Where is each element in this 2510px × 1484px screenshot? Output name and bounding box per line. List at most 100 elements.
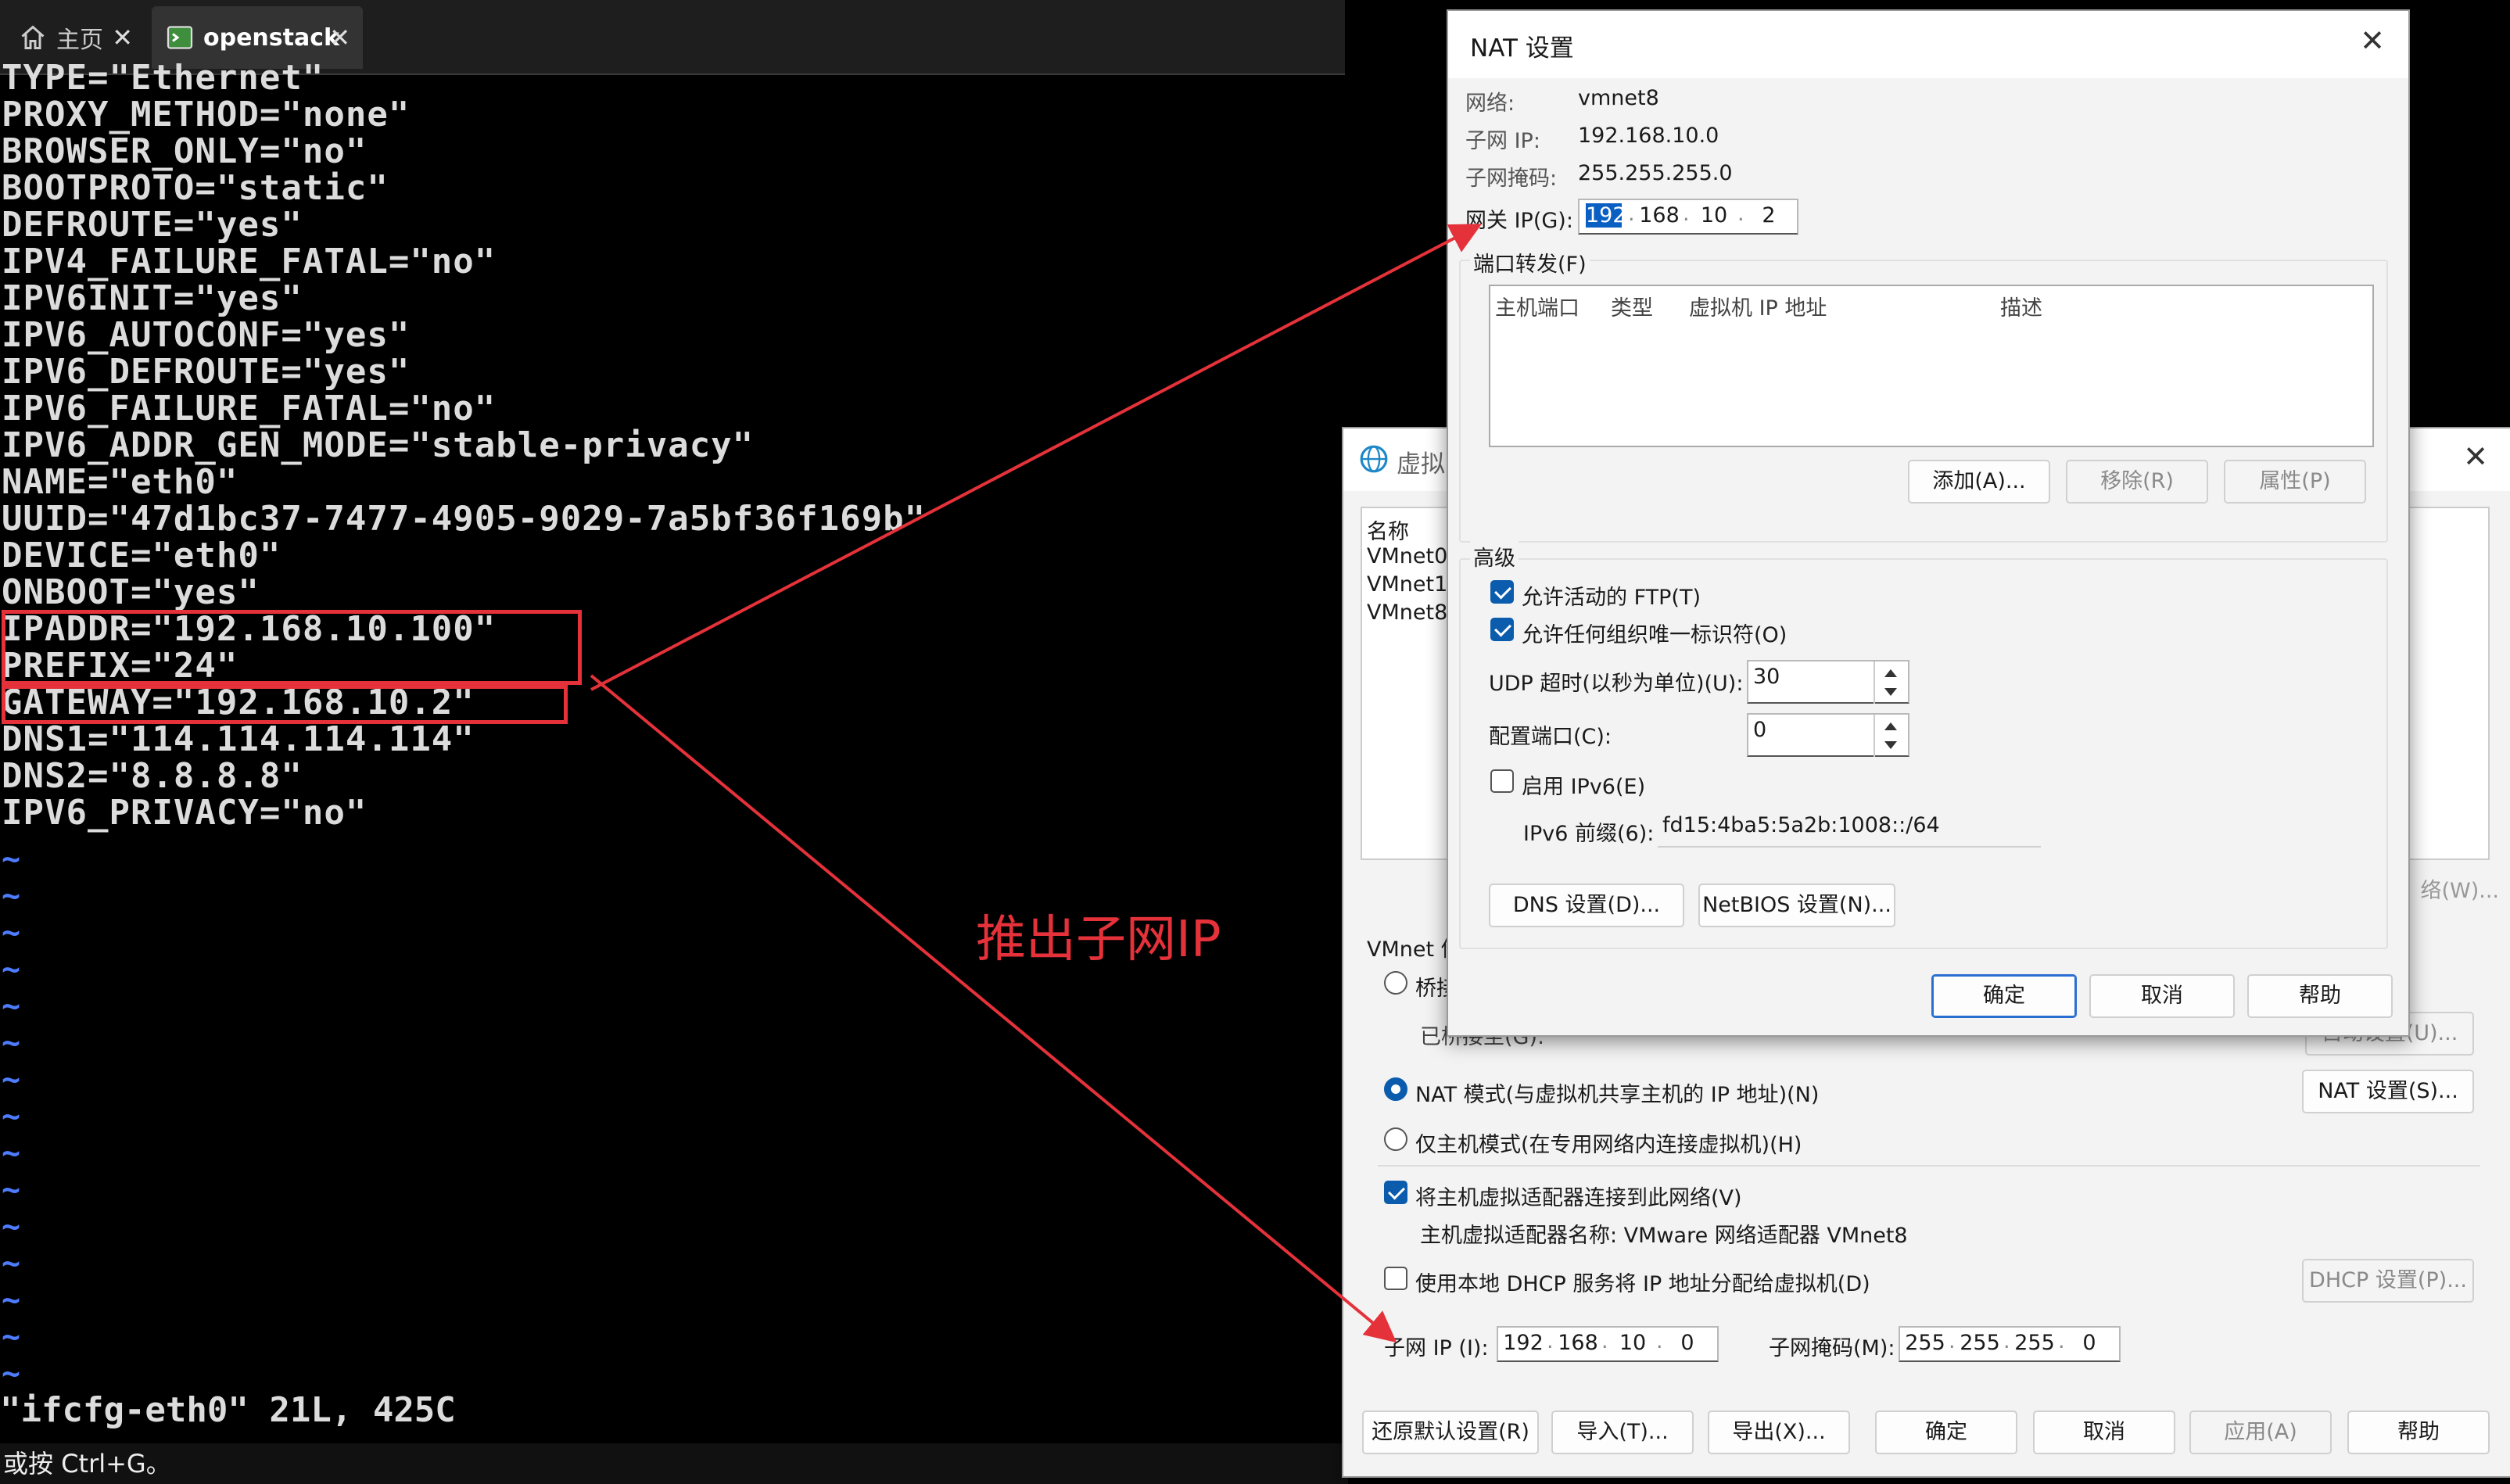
export-button[interactable]: 导出(X)...	[1708, 1411, 1850, 1454]
add-button[interactable]: 添加(A)...	[1908, 460, 2050, 504]
enable-ipv6-label: 启用 IPv6(E)	[1522, 775, 1646, 799]
help-button[interactable]: 帮助	[2347, 1411, 2490, 1454]
config-port-input[interactable]: 0	[1747, 713, 1909, 757]
vim-tilde: ~	[2, 1172, 22, 1208]
vim-tilde: ~	[2, 915, 22, 951]
vim-tilde: ~	[2, 1025, 22, 1061]
spin-down-icon[interactable]	[1884, 688, 1897, 696]
tab-home-label: 主页	[56, 27, 103, 54]
config-line: NAME="eth0"	[2, 462, 238, 502]
ipv6-prefix-input[interactable]: fd15:4ba5:5a2b:1008::/64	[1658, 810, 2041, 848]
config-line: TYPE="Ethernet"	[2, 58, 325, 98]
connect-adapter-label: 将主机虚拟适配器连接到此网络(V)	[1415, 1186, 1742, 1210]
ok-button[interactable]: 确定	[1931, 974, 2077, 1018]
subnet-mask-value: 255.255.255.0	[1578, 161, 1733, 185]
enable-ipv6-checkbox[interactable]	[1490, 769, 1514, 793]
tab-openstack-label: openstack	[203, 23, 339, 52]
annotation-text: 推出子网IP	[976, 911, 1221, 969]
bridge-radio[interactable]	[1384, 971, 1407, 995]
cancel-button[interactable]: 取消	[2089, 974, 2235, 1018]
host-only-radio[interactable]	[1384, 1127, 1407, 1151]
list-item[interactable]: VMnet1	[1367, 572, 1447, 597]
ip-octet: 10	[1619, 1331, 1647, 1355]
restore-defaults-button[interactable]: 还原默认设置(R)	[1362, 1411, 1539, 1454]
help-button[interactable]: 帮助	[2247, 974, 2393, 1018]
host-only-label: 仅主机模式(在专用网络内连接虚拟机)(H)	[1415, 1133, 1802, 1157]
gateway-highlight-box	[2, 685, 568, 724]
ip-dot: .	[1628, 202, 1635, 226]
vim-tilde: ~	[2, 1319, 22, 1355]
allow-oui-checkbox[interactable]	[1490, 618, 1514, 641]
spin-up-icon[interactable]	[1884, 722, 1897, 730]
close-icon[interactable]: ✕	[2463, 439, 2488, 474]
allow-ftp-label: 允许活动的 FTP(T)	[1522, 586, 1701, 610]
advanced-label: 高级	[1470, 541, 1519, 572]
nat-mode-label: NAT 模式(与虚拟机共享主机的 IP 地址)(N)	[1415, 1083, 1820, 1107]
ip-dot: .	[2003, 1329, 2010, 1353]
ip-dot: .	[1547, 1329, 1554, 1353]
nat-settings-button[interactable]: NAT 设置(S)...	[2302, 1070, 2474, 1113]
close-icon[interactable]: ✕	[329, 23, 350, 52]
remove-button[interactable]: 移除(R)	[2066, 460, 2208, 504]
terminal-icon	[167, 26, 193, 49]
port-forward-table[interactable]: 主机端口 类型 虚拟机 IP 地址 描述	[1489, 285, 2374, 447]
udp-timeout-stepper[interactable]	[1874, 661, 1908, 704]
subnet-ip-input[interactable]: 192 . 168 . 10 . 0	[1497, 1326, 1719, 1362]
ipaddr-prefix-highlight-box	[2, 610, 582, 685]
ok-button[interactable]: 确定	[1875, 1411, 2017, 1454]
ip-octet: 10	[1700, 203, 1728, 228]
config-line: BROWSER_ONLY="no"	[2, 131, 368, 171]
vim-tilde: ~	[2, 988, 22, 1024]
nat-titlebar: NAT 设置 ✕	[1448, 11, 2408, 78]
vim-tilde: ~	[2, 878, 22, 914]
vim-tilde: ~	[2, 841, 22, 877]
subnet-ip-value: 192.168.10.0	[1578, 124, 1719, 148]
column-header[interactable]: 类型	[1611, 291, 1653, 321]
column-header[interactable]: 虚拟机 IP 地址	[1689, 291, 1827, 321]
udp-timeout-input[interactable]: 30	[1747, 660, 1909, 704]
dns-settings-button[interactable]: DNS 设置(D)...	[1489, 884, 1684, 927]
column-header[interactable]: 主机端口	[1495, 291, 1580, 321]
gateway-ip-input[interactable]: 192 . 168 . 10 . 2	[1578, 199, 1798, 235]
apply-button[interactable]: 应用(A)	[2189, 1411, 2332, 1454]
close-icon[interactable]: ✕	[112, 23, 133, 52]
spin-up-icon[interactable]	[1884, 669, 1897, 677]
allow-ftp-checkbox[interactable]	[1490, 580, 1514, 604]
ip-dot: .	[1949, 1329, 1956, 1353]
ip-octet: 0	[2082, 1331, 2096, 1355]
ip-dot: .	[1656, 1329, 1663, 1353]
ip-dot: .	[1683, 202, 1690, 226]
config-line: IPV6_FAILURE_FATAL="no"	[2, 389, 497, 428]
nat-mode-radio[interactable]	[1384, 1077, 1407, 1101]
config-line: IPV6_ADDR_GEN_MODE="stable-privacy"	[2, 425, 755, 465]
spin-down-icon[interactable]	[1884, 741, 1897, 749]
list-header-name: 名称	[1367, 520, 1409, 544]
connect-adapter-checkbox[interactable]	[1384, 1181, 1407, 1204]
terminal-content[interactable]: TYPE="Ethernet" PROXY_METHOD="none" BROW…	[0, 59, 1345, 1443]
import-button[interactable]: 导入(T)...	[1551, 1411, 1694, 1454]
netbios-settings-button[interactable]: NetBIOS 设置(N)...	[1698, 884, 1895, 927]
ip-dot: .	[1737, 202, 1744, 226]
properties-button[interactable]: 属性(P)	[2224, 460, 2366, 504]
list-item[interactable]: VMnet0	[1367, 544, 1447, 568]
gateway-ip-label: 网关 IP(G):	[1465, 209, 1573, 233]
list-item[interactable]: VMnet8	[1367, 600, 1447, 625]
subnet-ip-label: 子网 IP (I):	[1384, 1336, 1489, 1360]
ip-dot: .	[2058, 1329, 2065, 1353]
vim-tilde: ~	[2, 1356, 22, 1392]
local-dhcp-checkbox[interactable]	[1384, 1267, 1407, 1290]
config-line: IPV6_PRIVACY="no"	[2, 793, 368, 833]
column-header[interactable]: 描述	[2000, 291, 2042, 321]
network-label: 网络:	[1465, 91, 1515, 116]
ip-octet: 0	[1680, 1331, 1694, 1355]
partial-button[interactable]: 络(W)...	[2411, 871, 2499, 915]
bottom-hint-bar: 或按 Ctrl+G。	[0, 1443, 1348, 1484]
divider	[1378, 1165, 2480, 1167]
config-line: DEFROUTE="yes"	[2, 205, 303, 245]
subnet-mask-input[interactable]: 255 . 255 . 255 . 0	[1899, 1326, 2121, 1362]
config-port-stepper[interactable]	[1874, 715, 1908, 757]
home-icon	[21, 25, 45, 49]
close-icon[interactable]: ✕	[2360, 23, 2385, 58]
dhcp-settings-button[interactable]: DHCP 设置(P)...	[2302, 1259, 2474, 1303]
cancel-button[interactable]: 取消	[2033, 1411, 2175, 1454]
